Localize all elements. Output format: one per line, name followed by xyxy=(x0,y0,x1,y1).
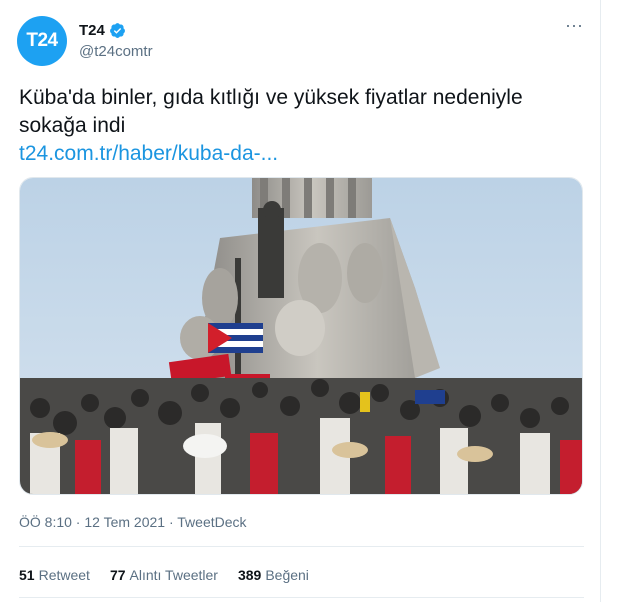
tweet-link[interactable]: t24.com.tr/haber/kuba-da-... xyxy=(19,140,278,168)
tweet-meta: ÖÖ 8:10 · 12 Tem 2021 · TweetDeck xyxy=(19,514,247,530)
tweet-source[interactable]: TweetDeck xyxy=(177,514,246,530)
author-handle[interactable]: @t24comtr xyxy=(79,43,153,60)
tweet-photo[interactable] xyxy=(19,177,583,495)
divider xyxy=(19,546,584,547)
protest-photo-image xyxy=(20,178,582,494)
retweets-count: 51 xyxy=(19,567,35,583)
tweet-date[interactable]: 12 Tem 2021 xyxy=(84,514,165,530)
avatar-logo: T24 xyxy=(26,30,58,51)
author-name[interactable]: T24 xyxy=(79,22,105,39)
retweets-stat[interactable]: 51 Retweet xyxy=(19,567,90,583)
more-options-icon[interactable]: ··· xyxy=(564,16,584,40)
tweet-time[interactable]: ÖÖ 8:10 xyxy=(19,514,72,530)
tweet-stats: 51 Retweet 77 Alıntı Tweetler 389 Beğeni xyxy=(19,567,329,583)
likes-count: 389 xyxy=(237,567,262,583)
quote-tweets-label: Alıntı Tweetler xyxy=(129,567,218,583)
author-name-row: T24 xyxy=(79,22,126,39)
tweet-card: T24 T24 @t24comtr ··· Küba'da binler, gı… xyxy=(0,0,601,602)
retweets-label: Retweet xyxy=(38,567,90,583)
meta-separator: · xyxy=(71,514,85,530)
avatar[interactable]: T24 xyxy=(17,16,67,66)
tweet-text: Küba'da binler, gıda kıtlığı ve yüksek f… xyxy=(19,86,523,137)
likes-label: Beğeni xyxy=(265,567,309,583)
quote-tweets-count: 77 xyxy=(109,567,126,583)
quote-tweets-stat[interactable]: 77 Alıntı Tweetler xyxy=(110,567,218,583)
likes-stat[interactable]: 389 Beğeni xyxy=(238,567,309,583)
meta-separator: · xyxy=(165,514,178,530)
divider xyxy=(19,597,584,598)
verified-badge-icon xyxy=(109,23,125,38)
